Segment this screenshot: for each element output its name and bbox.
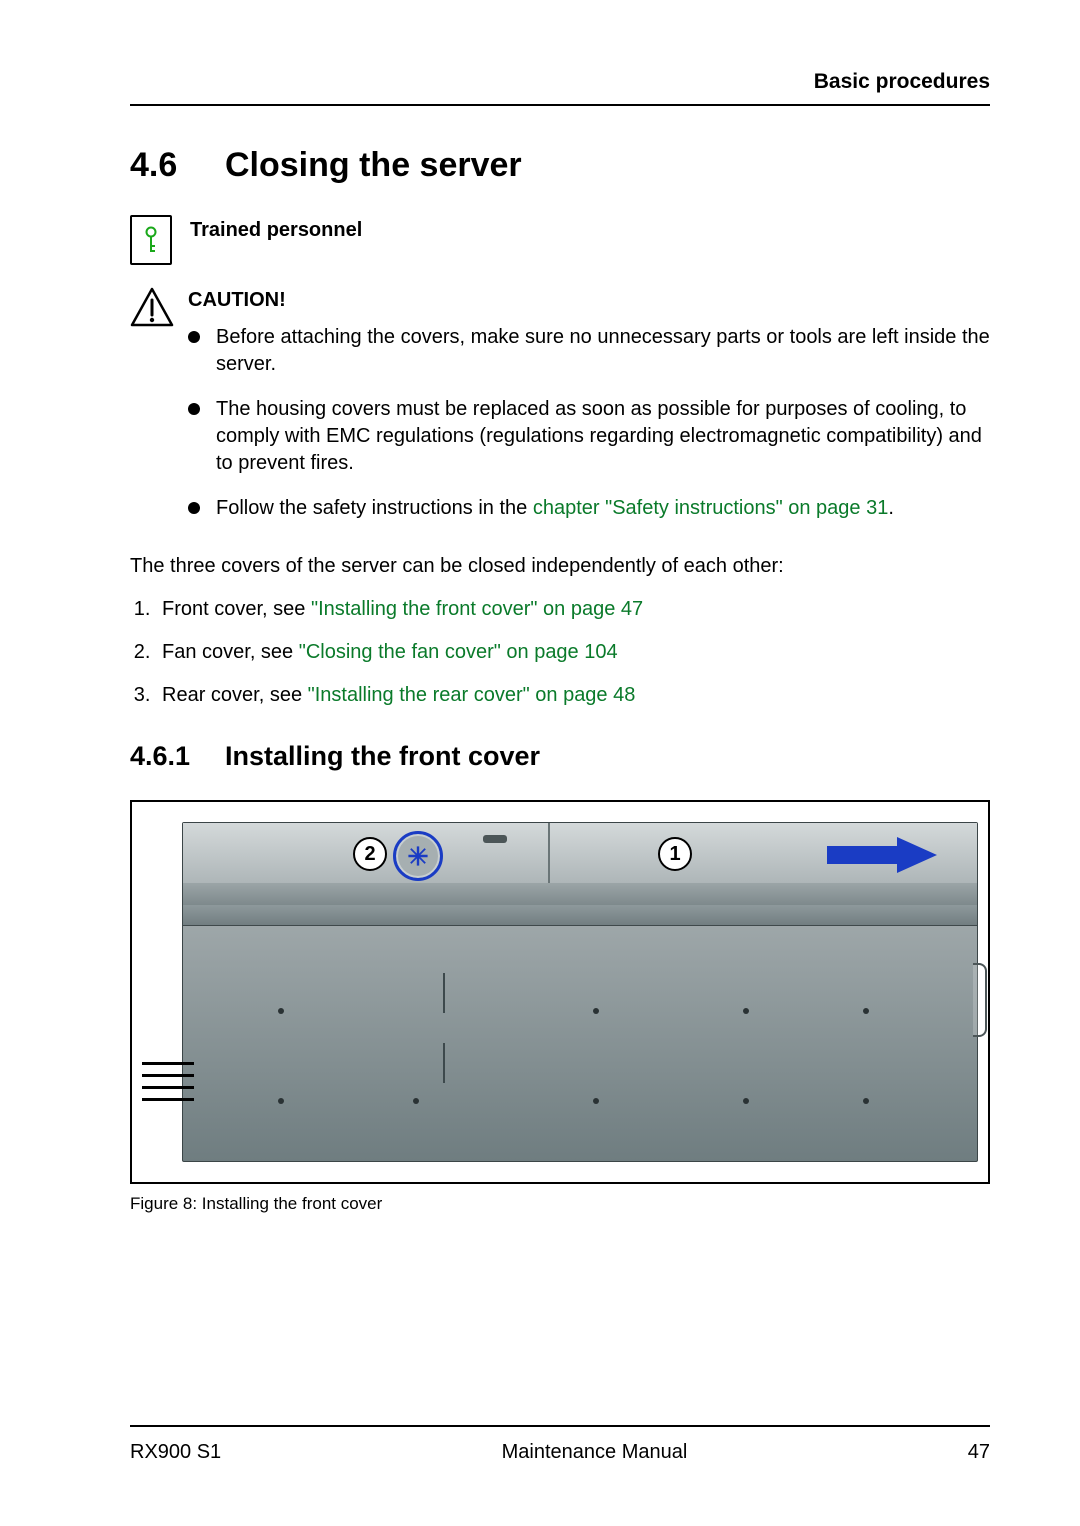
section-title: Closing the server <box>225 146 522 184</box>
callout-circle-2 <box>393 831 443 881</box>
chapter-header: Basic procedures <box>130 70 990 106</box>
cover-list: Front cover, see "Installing the front c… <box>130 594 990 711</box>
intro-text: The three covers of the server can be cl… <box>130 552 990 580</box>
page-footer: RX900 S1 Maintenance Manual 47 <box>130 1425 990 1464</box>
caution-item: Before attaching the covers, make sure n… <box>188 324 990 378</box>
section-heading: 4.6Closing the server <box>130 146 990 185</box>
footer-model: RX900 S1 <box>130 1441 221 1464</box>
key-icon <box>130 215 172 265</box>
section-number: 4.6 <box>130 146 225 185</box>
arrow-icon <box>827 837 937 873</box>
footer-page: 47 <box>968 1441 990 1464</box>
trained-personnel-row: Trained personnel <box>130 215 990 265</box>
figure-8: 2 1 <box>130 800 990 1184</box>
caution-item: Follow the safety instructions in the ch… <box>188 495 990 522</box>
list-item: Rear cover, see "Installing the rear cov… <box>156 680 990 711</box>
trained-personnel-label: Trained personnel <box>190 215 362 242</box>
figure-caption: Figure 8: Installing the front cover <box>130 1194 990 1214</box>
badge-2: 2 <box>353 837 387 871</box>
fan-cover-link[interactable]: "Closing the fan cover" on page 104 <box>299 641 618 663</box>
footer-doc: Maintenance Manual <box>502 1441 688 1464</box>
list-item: Fan cover, see "Closing the fan cover" o… <box>156 637 990 668</box>
subsection-heading: 4.6.1Installing the front cover <box>130 741 990 772</box>
caution-item: The housing covers must be replaced as s… <box>188 396 990 477</box>
caution-block: CAUTION! Before attaching the covers, ma… <box>130 287 990 540</box>
subsection-title: Installing the front cover <box>225 741 540 771</box>
warning-icon <box>130 287 174 327</box>
caution-list: Before attaching the covers, make sure n… <box>188 324 990 522</box>
rear-cover-link[interactable]: "Installing the rear cover" on page 48 <box>308 684 636 706</box>
safety-link[interactable]: chapter "Safety instructions" on page 31 <box>533 497 889 519</box>
front-cover-link[interactable]: "Installing the front cover" on page 47 <box>311 598 643 620</box>
server-illustration: 2 1 <box>182 822 978 1162</box>
list-item: Front cover, see "Installing the front c… <box>156 594 990 625</box>
caution-title: CAUTION! <box>188 287 990 314</box>
subsection-number: 4.6.1 <box>130 741 225 772</box>
badge-1: 1 <box>658 837 692 871</box>
